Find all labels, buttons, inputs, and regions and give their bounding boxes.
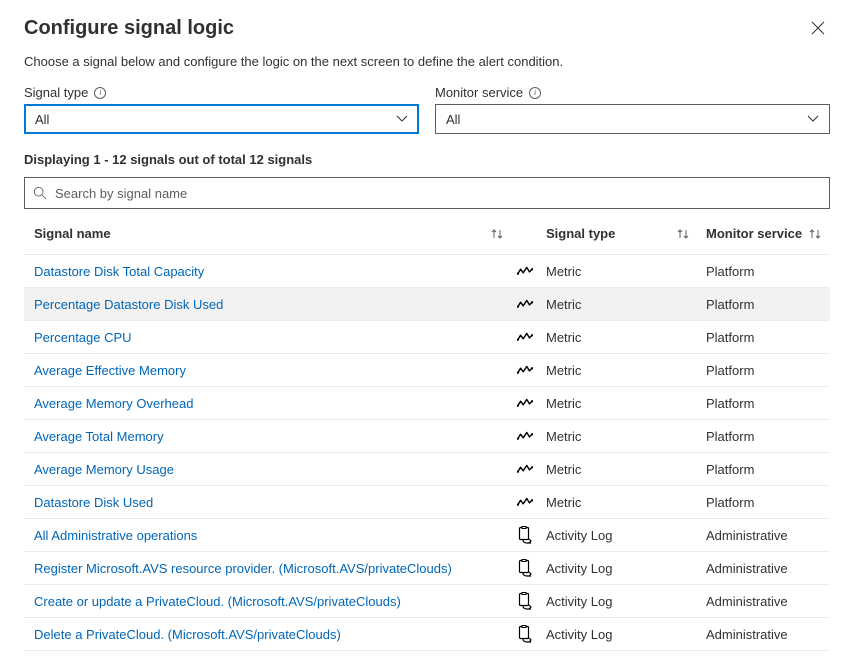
close-button[interactable] bbox=[806, 16, 830, 40]
monitor-service-cell: Platform bbox=[706, 429, 754, 444]
monitor-service-cell: Administrative bbox=[706, 561, 788, 576]
sort-icon[interactable] bbox=[676, 228, 690, 240]
monitor-service-value: All bbox=[446, 112, 460, 127]
signal-name-link[interactable]: All Administrative operations bbox=[34, 528, 197, 543]
signal-name-link[interactable]: Average Memory Usage bbox=[34, 462, 174, 477]
monitor-service-cell: Platform bbox=[706, 297, 754, 312]
monitor-service-cell: Platform bbox=[706, 330, 754, 345]
signal-name-link[interactable]: Percentage CPU bbox=[34, 330, 132, 345]
result-count-text: Displaying 1 - 12 signals out of total 1… bbox=[24, 152, 830, 167]
monitor-service-cell: Platform bbox=[706, 396, 754, 411]
table-row[interactable]: Percentage Datastore Disk Used Metric Plat… bbox=[24, 288, 830, 321]
monitor-service-cell: Platform bbox=[706, 363, 754, 378]
metric-icon bbox=[517, 364, 533, 376]
signal-type-cell: Metric bbox=[546, 363, 581, 378]
table-header: Signal name Signal type Monitor service bbox=[24, 213, 830, 255]
page-title: Configure signal logic bbox=[24, 17, 234, 40]
signal-type-cell: Activity Log bbox=[546, 561, 612, 576]
signal-name-link[interactable]: Register Microsoft.AVS resource provider… bbox=[34, 561, 452, 576]
search-box[interactable] bbox=[24, 177, 830, 209]
activity-log-icon bbox=[517, 592, 533, 610]
table-row[interactable]: Delete a PrivateCloud. (Microsoft.AVS/pr… bbox=[24, 618, 830, 651]
table-row[interactable]: Datastore Disk Total Capacity Metric Platf… bbox=[24, 255, 830, 288]
signals-table: Signal name Signal type Monitor service bbox=[24, 213, 830, 651]
signal-name-link[interactable]: Percentage Datastore Disk Used bbox=[34, 297, 223, 312]
sort-icon[interactable] bbox=[808, 228, 822, 240]
signal-name-link[interactable]: Average Memory Overhead bbox=[34, 396, 193, 411]
metric-icon bbox=[517, 463, 533, 475]
signal-type-select[interactable]: All bbox=[24, 104, 419, 134]
close-icon bbox=[811, 21, 825, 35]
metric-icon bbox=[517, 298, 533, 310]
metric-icon bbox=[517, 331, 533, 343]
monitor-service-label-text: Monitor service bbox=[435, 85, 523, 100]
metric-icon bbox=[517, 397, 533, 409]
table-row[interactable]: Percentage CPU Metric Platform bbox=[24, 321, 830, 354]
signal-type-cell: Metric bbox=[546, 495, 581, 510]
metric-icon bbox=[517, 430, 533, 442]
search-input[interactable] bbox=[55, 186, 821, 201]
signal-name-link[interactable]: Average Effective Memory bbox=[34, 363, 186, 378]
signal-name-link[interactable]: Delete a PrivateCloud. (Microsoft.AVS/pr… bbox=[34, 627, 341, 642]
signal-type-cell: Metric bbox=[546, 330, 581, 345]
table-row[interactable]: Average Memory Overhead Metric Platform bbox=[24, 387, 830, 420]
monitor-service-cell: Administrative bbox=[706, 627, 788, 642]
table-row[interactable]: Datastore Disk Used Metric Platform bbox=[24, 486, 830, 519]
signal-type-label-text: Signal type bbox=[24, 85, 88, 100]
monitor-service-cell: Platform bbox=[706, 462, 754, 477]
signal-name-link[interactable]: Datastore Disk Total Capacity bbox=[34, 264, 204, 279]
activity-log-icon bbox=[517, 526, 533, 544]
activity-log-icon bbox=[517, 625, 533, 643]
signal-name-link[interactable]: Create or update a PrivateCloud. (Micros… bbox=[34, 594, 401, 609]
signal-type-cell: Metric bbox=[546, 462, 581, 477]
signal-name-link[interactable]: Average Total Memory bbox=[34, 429, 164, 444]
monitor-service-cell: Platform bbox=[706, 495, 754, 510]
search-icon bbox=[33, 186, 47, 200]
activity-log-icon bbox=[517, 559, 533, 577]
monitor-service-label: Monitor service i bbox=[435, 85, 830, 100]
signal-type-cell: Activity Log bbox=[546, 528, 612, 543]
table-row[interactable]: Average Memory Usage Metric Platform bbox=[24, 453, 830, 486]
signal-type-cell: Metric bbox=[546, 297, 581, 312]
signal-type-cell: Metric bbox=[546, 396, 581, 411]
table-row[interactable]: Create or update a PrivateCloud. (Micros… bbox=[24, 585, 830, 618]
chevron-down-icon bbox=[396, 113, 408, 125]
table-row[interactable]: Average Effective Memory Metric Platform bbox=[24, 354, 830, 387]
info-icon[interactable]: i bbox=[94, 87, 106, 99]
column-header-signal-type[interactable]: Signal type bbox=[546, 226, 615, 241]
monitor-service-cell: Administrative bbox=[706, 528, 788, 543]
metric-icon bbox=[517, 265, 533, 277]
signal-name-link[interactable]: Datastore Disk Used bbox=[34, 495, 153, 510]
monitor-service-select[interactable]: All bbox=[435, 104, 830, 134]
table-row[interactable]: Register Microsoft.AVS resource provider… bbox=[24, 552, 830, 585]
sort-icon[interactable] bbox=[490, 228, 504, 240]
metric-icon bbox=[517, 496, 533, 508]
monitor-service-cell: Platform bbox=[706, 264, 754, 279]
signal-type-cell: Metric bbox=[546, 429, 581, 444]
signal-type-cell: Metric bbox=[546, 264, 581, 279]
signal-type-cell: Activity Log bbox=[546, 594, 612, 609]
chevron-down-icon bbox=[807, 113, 819, 125]
column-header-monitor-service[interactable]: Monitor service bbox=[706, 226, 802, 241]
description-text: Choose a signal below and configure the … bbox=[24, 54, 830, 69]
table-row[interactable]: All Administrative operations Activity Lo… bbox=[24, 519, 830, 552]
column-header-signal-name[interactable]: Signal name bbox=[34, 226, 111, 241]
table-row[interactable]: Average Total Memory Metric Platform bbox=[24, 420, 830, 453]
signal-type-value: All bbox=[35, 112, 49, 127]
monitor-service-cell: Administrative bbox=[706, 594, 788, 609]
signal-type-cell: Activity Log bbox=[546, 627, 612, 642]
info-icon[interactable]: i bbox=[529, 87, 541, 99]
signal-type-label: Signal type i bbox=[24, 85, 419, 100]
